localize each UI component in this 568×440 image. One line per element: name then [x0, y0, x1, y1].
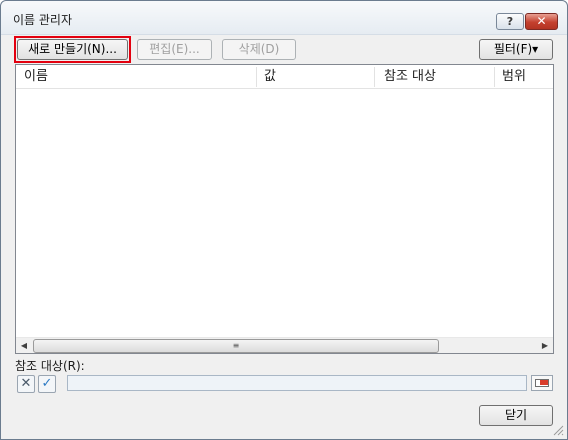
horizontal-scrollbar[interactable]: ◀ ≡ ▶: [16, 337, 553, 353]
names-list[interactable]: 이름 값 참조 대상 범위 ◀ ≡ ▶: [15, 64, 554, 354]
confirm-icon[interactable]: ✓: [38, 375, 56, 393]
column-header-scope[interactable]: 범위: [494, 65, 553, 89]
list-header: 이름 값 참조 대상 범위: [16, 65, 553, 89]
grip-icon: ≡: [232, 341, 240, 350]
column-header-name[interactable]: 이름: [16, 65, 256, 89]
collapse-dialog-icon[interactable]: [531, 375, 553, 391]
scroll-thumb[interactable]: ≡: [33, 339, 439, 353]
new-name-button[interactable]: 새로 만들기(N)...: [17, 39, 128, 60]
collapse-mark: [540, 380, 548, 385]
delete-button[interactable]: 삭제(D): [222, 39, 296, 60]
scroll-right-icon[interactable]: ▶: [537, 338, 553, 354]
name-manager-dialog: 이름 관리자 ? ✕ 새로 만들기(N)... 편집(E)... 삭제(D) 필…: [0, 0, 568, 440]
resize-grip-icon[interactable]: [552, 424, 564, 436]
help-button[interactable]: ?: [496, 13, 524, 30]
column-divider[interactable]: [374, 67, 375, 87]
close-icon: ✕: [536, 14, 547, 28]
close-button[interactable]: 닫기: [479, 405, 553, 426]
column-header-refers-to[interactable]: 참조 대상: [376, 65, 494, 89]
edit-button[interactable]: 편집(E)...: [137, 39, 212, 60]
title-bar[interactable]: 이름 관리자 ? ✕: [1, 1, 567, 35]
column-header-value[interactable]: 값: [256, 65, 374, 89]
refers-to-label: 참조 대상(R):: [15, 359, 85, 373]
filter-button[interactable]: 필터(F)▾: [479, 39, 553, 60]
refers-to-input[interactable]: [67, 375, 527, 391]
cancel-icon[interactable]: ✕: [17, 375, 35, 393]
scroll-left-icon[interactable]: ◀: [16, 338, 32, 354]
window-title: 이름 관리자: [13, 13, 73, 27]
close-window-button[interactable]: ✕: [525, 13, 558, 30]
